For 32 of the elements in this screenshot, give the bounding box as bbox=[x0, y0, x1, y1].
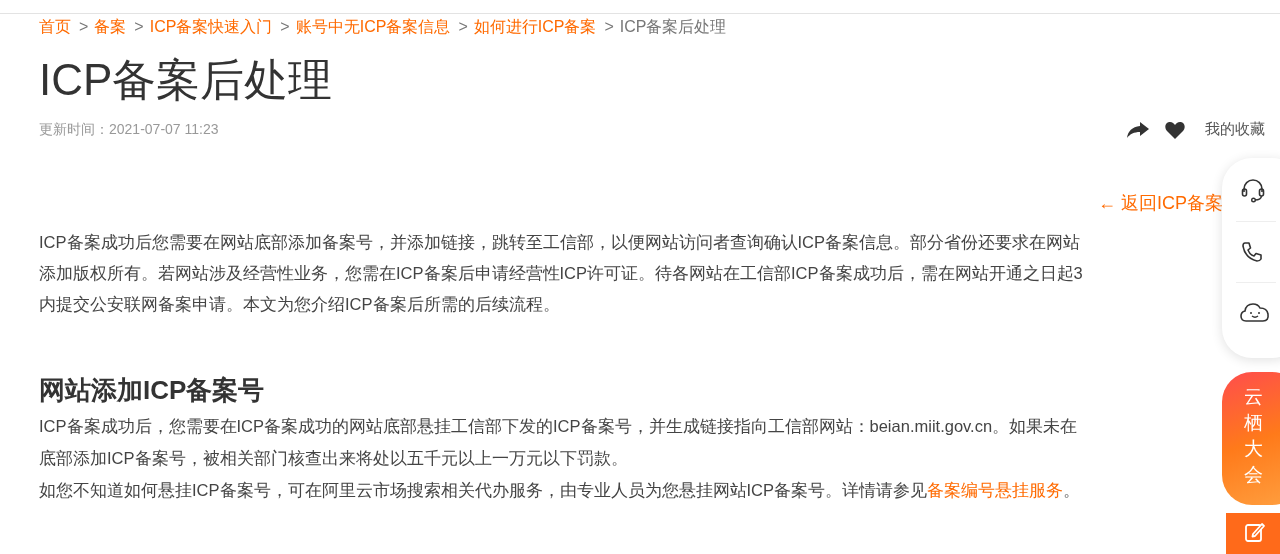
event-badge[interactable]: 云栖大会 bbox=[1222, 372, 1280, 505]
breadcrumb-separator: > bbox=[280, 18, 290, 36]
favorites-link[interactable]: 我的收藏 bbox=[1205, 120, 1265, 139]
breadcrumb-current: ICP备案后处理 bbox=[619, 16, 727, 37]
edit-button[interactable] bbox=[1226, 513, 1280, 554]
back-link[interactable]: ← 返回ICP备案 bbox=[1098, 191, 1223, 215]
heart-icon[interactable] bbox=[1165, 120, 1185, 139]
paragraph-line: ICP备案成功后，您需要在ICP备案成功的网站底部悬挂工信部下发的ICP备案号，并生成链接指向工信部网站：beian.miit.gov.cn。如果未在 bbox=[39, 416, 1078, 437]
service-link[interactable]: 备案编号悬挂服务 bbox=[927, 481, 1063, 499]
headset-icon[interactable] bbox=[1240, 177, 1266, 203]
update-time: 更新时间：2021-07-07 11:23 bbox=[39, 120, 219, 139]
paragraph-line: ICP备案成功后您需要在网站底部添加备案号，并添加链接，跳转至工信部，以便网站访问者查询确认ICP备案信息。部分省份还要求在网站 bbox=[39, 232, 1080, 253]
breadcrumb-separator: > bbox=[134, 18, 144, 36]
page-title: ICP备案后处理 bbox=[39, 54, 334, 106]
section-heading: 网站添加ICP备案号 bbox=[39, 374, 265, 407]
edit-icon bbox=[1244, 521, 1266, 543]
paragraph-line: 如您不知道如何悬挂ICP备案号，可在阿里云市场搜索相关代办服务，由专业人员为您悬挂网站ICP备案号。详情请参见 bbox=[39, 481, 927, 499]
breadcrumb-link[interactable]: 账号中无ICP备案信息 bbox=[295, 16, 451, 38]
paragraph-line: 底部添加ICP备案号，被相关部门核查出来将处以五千元以上一万元以下罚款。 bbox=[39, 448, 628, 469]
breadcrumb-link[interactable]: 首页 bbox=[39, 16, 71, 38]
breadcrumb-link[interactable]: 备案 bbox=[94, 16, 127, 38]
paragraph-line: 内提交公安联网备案申请。本文为您介绍ICP备案后所需的后续流程。 bbox=[39, 294, 560, 315]
breadcrumb-separator: > bbox=[604, 18, 614, 36]
punctuation: 。 bbox=[1063, 481, 1080, 499]
breadcrumb-link[interactable]: ICP备案快速入门 bbox=[149, 16, 273, 38]
cloud-face-icon[interactable] bbox=[1240, 301, 1270, 323]
breadcrumb-separator: > bbox=[458, 18, 468, 36]
breadcrumb-link[interactable]: 如何进行ICP备案 bbox=[473, 16, 597, 38]
share-icon[interactable] bbox=[1127, 121, 1149, 138]
paragraph-line: 添加版权所有。若网站涉及经营性业务，您需在ICP备案后申请经营性ICP许可证。待各网站在工信部ICP备案成功后，需在网站开通之日起3 bbox=[39, 263, 1083, 284]
breadcrumb-separator: > bbox=[79, 18, 89, 36]
phone-icon[interactable] bbox=[1240, 240, 1264, 264]
